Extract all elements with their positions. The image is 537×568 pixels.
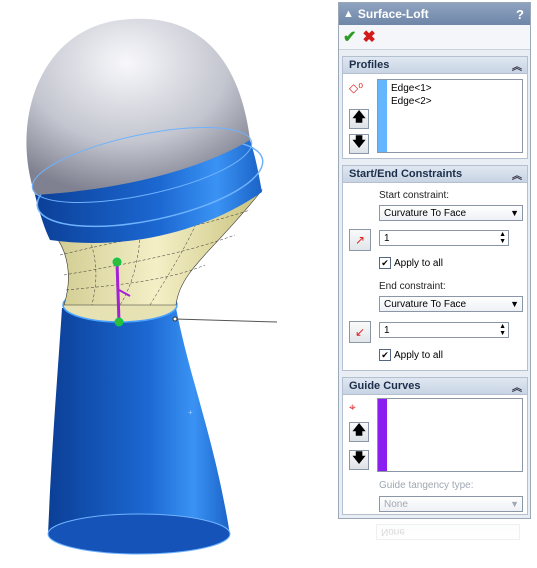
surface-loft-property-manager: ▲ Surface-Loft ? ✔ ✖ Profiles ︽ ◇⁰ 🡅 🡇 E… [338, 2, 531, 519]
start-apply-all-checkbox[interactable]: ✔ Apply to all [379, 257, 443, 269]
model-view: + [26, 18, 278, 555]
constraints-title: Start/End Constraints [349, 168, 463, 180]
profiles-title: Profiles [349, 59, 390, 71]
start-tangent-length-input[interactable]: 1 ▲ ▼ [379, 230, 509, 246]
guide-curves-header[interactable]: Guide Curves ︽ [343, 378, 527, 395]
constraints-header[interactable]: Start/End Constraints ︽ [343, 166, 527, 183]
end-point-handle[interactable] [114, 317, 124, 327]
end-constraint-select[interactable]: Curvature To Face ▼ [379, 296, 523, 312]
profiles-color-bar [378, 80, 387, 152]
reverse-direction-button[interactable]: ↗ [349, 229, 371, 251]
checkbox-check-icon: ✔ [379, 257, 391, 269]
guide-tangency-value: None [384, 498, 408, 510]
profiles-header[interactable]: Profiles ︽ [343, 57, 527, 74]
collapse-chevron-icon[interactable]: ︽ [512, 379, 522, 394]
start-constraint-select[interactable]: Curvature To Face ▼ [379, 205, 523, 221]
spin-arrows-icon[interactable]: ▲ ▼ [499, 323, 506, 337]
end-constraint-label: End constraint: [379, 281, 446, 292]
bottom-edge-ellipse [47, 513, 231, 555]
dropdown-arrow-icon: ▼ [510, 299, 519, 309]
list-item[interactable]: Edge<1> [391, 82, 432, 95]
start-constraint-label: Start constraint: [379, 190, 450, 201]
lower-body-surface [48, 308, 230, 535]
guide-curves-title: Guide Curves [349, 380, 421, 392]
dropdown-arrow-icon: ▼ [510, 208, 519, 218]
guide-tangency-select[interactable]: None ▼ [379, 496, 523, 512]
end-apply-all-checkbox[interactable]: ✔ Apply to all [379, 349, 443, 361]
profiles-group: Profiles ︽ ◇⁰ 🡅 🡇 Edge<1> Edge<2> [342, 56, 528, 159]
svg-text:+: + [188, 408, 193, 417]
spin-arrows-icon[interactable]: ▲ ▼ [499, 231, 506, 245]
start-apply-all-label: Apply to all [394, 257, 443, 269]
move-up-button[interactable]: 🡅 [349, 109, 369, 129]
list-item[interactable]: Edge<2> [391, 95, 432, 108]
end-tangent-value: 1 [384, 324, 390, 336]
reflection-select: None [376, 524, 520, 540]
guide-curve-icon: ⌖ [349, 400, 356, 414]
guide-curves-list[interactable] [377, 398, 523, 472]
guide-curve [115, 261, 121, 323]
profiles-list[interactable]: Edge<1> Edge<2> [377, 79, 523, 153]
leader-line [174, 318, 278, 323]
panel-title: Surface-Loft [357, 7, 429, 21]
collapse-chevron-icon[interactable]: ︽ [512, 167, 522, 182]
profile-icon: ◇⁰ [349, 81, 364, 95]
checkbox-check-icon: ✔ [379, 349, 391, 361]
start-constraint-value: Curvature To Face [384, 207, 467, 219]
move-down-button[interactable]: 🡇 [349, 450, 369, 470]
move-up-button[interactable]: 🡅 [349, 422, 369, 442]
end-tangent-length-input[interactable]: 1 ▲ ▼ [379, 322, 509, 338]
reflection-value: None [381, 526, 405, 538]
guide-curves-group: Guide Curves ︽ ⌖ 🡅 🡇 Guide tangency type… [342, 377, 528, 515]
dropdown-arrow-icon: ▼ [510, 499, 519, 509]
direction-arrow-icon: ↗ [354, 233, 366, 247]
start-point-handle[interactable] [112, 257, 122, 267]
start-tangent-value: 1 [384, 232, 390, 244]
reverse-direction-button[interactable]: ↙ [349, 321, 371, 343]
ok-cancel-bar: ✔ ✖ [339, 25, 530, 50]
direction-arrow-icon: ↙ [354, 325, 366, 339]
guide-tangency-label: Guide tangency type: [379, 480, 474, 491]
help-button[interactable]: ? [516, 7, 524, 22]
end-constraint-value: Curvature To Face [384, 298, 467, 310]
ok-check-icon[interactable]: ✔ [343, 27, 356, 47]
graphics-viewport[interactable]: + [0, 0, 337, 565]
panel-reflection: None [342, 520, 528, 560]
move-down-button[interactable]: 🡇 [349, 134, 369, 154]
cancel-x-icon[interactable]: ✖ [362, 27, 375, 47]
title-bar: ▲ Surface-Loft ? [339, 3, 530, 25]
guide-color-bar [378, 399, 387, 471]
collapse-chevron-icon[interactable]: ︽ [512, 58, 522, 73]
loft-feature-icon: ▲ [343, 8, 354, 20]
end-apply-all-label: Apply to all [394, 349, 443, 361]
constraints-group: Start/End Constraints ︽ Start constraint… [342, 165, 528, 371]
